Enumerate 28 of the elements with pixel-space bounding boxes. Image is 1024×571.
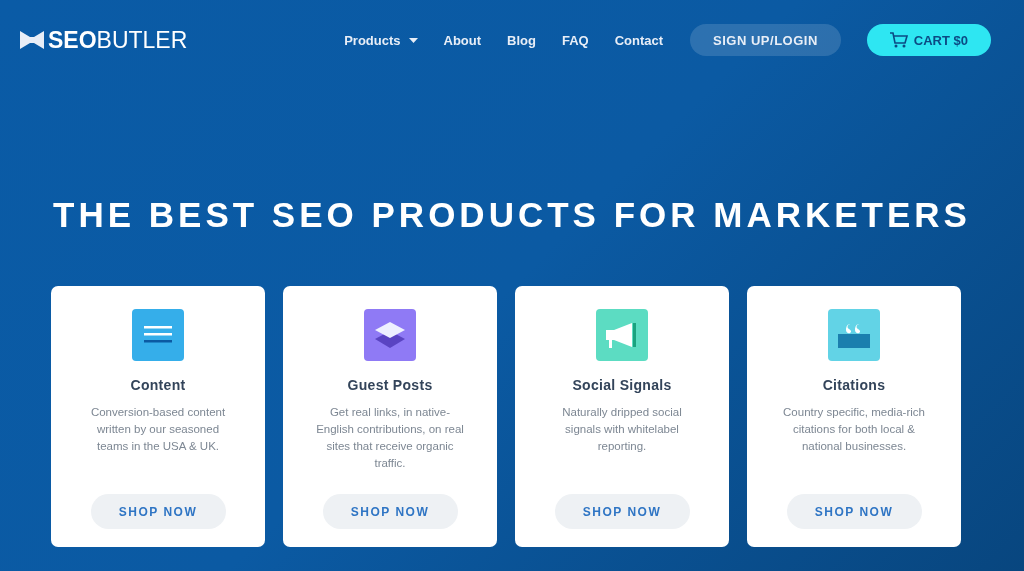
layers-icon	[375, 322, 405, 348]
product-description: Country specific, media-rich citations for both local & national businesses.	[782, 405, 926, 454]
product-title: Guest Posts	[347, 377, 433, 393]
logo-text[interactable]: SEOBUTLER	[48, 26, 188, 54]
hero-title: THE BEST SEO PRODUCTS FOR MARKETERS	[52, 194, 972, 236]
nav-link[interactable]: FAQ	[561, 32, 589, 48]
login-button[interactable]: SIGN UP/LOGIN	[690, 24, 841, 56]
product-title: Social Signals	[572, 377, 672, 393]
product-description: Naturally dripped social signals with whitelabel reporting.	[561, 405, 683, 454]
product-description: Conversion-based content written by our seasoned teams in the USA & UK.	[89, 405, 227, 454]
product-title: Citations	[822, 377, 886, 393]
nav-link[interactable]: Products	[344, 32, 418, 48]
bowtie-logo-icon	[20, 31, 44, 49]
quote-icon	[838, 322, 870, 348]
caret-icon	[408, 37, 418, 43]
megaphone-icon	[606, 322, 638, 348]
nav-link[interactable]: About	[443, 32, 482, 48]
shop-now-button[interactable]: SHOP NOW	[786, 494, 922, 529]
product-title: Content	[130, 377, 186, 393]
nav-link[interactable]: Blog	[507, 32, 536, 48]
shop-now-button[interactable]: SHOP NOW	[322, 494, 458, 529]
shop-now-button[interactable]: SHOP NOW	[90, 494, 226, 529]
cart-icon	[889, 32, 908, 48]
shop-now-button[interactable]: SHOP NOW	[554, 494, 690, 529]
product-description: Get real links, in native-English contributions, on real sites that receive organic traffic.	[315, 405, 465, 471]
nav-link[interactable]: Contact	[614, 32, 664, 48]
menu-lines-icon	[144, 325, 172, 345]
cart-button[interactable]: CART $0	[866, 24, 991, 56]
